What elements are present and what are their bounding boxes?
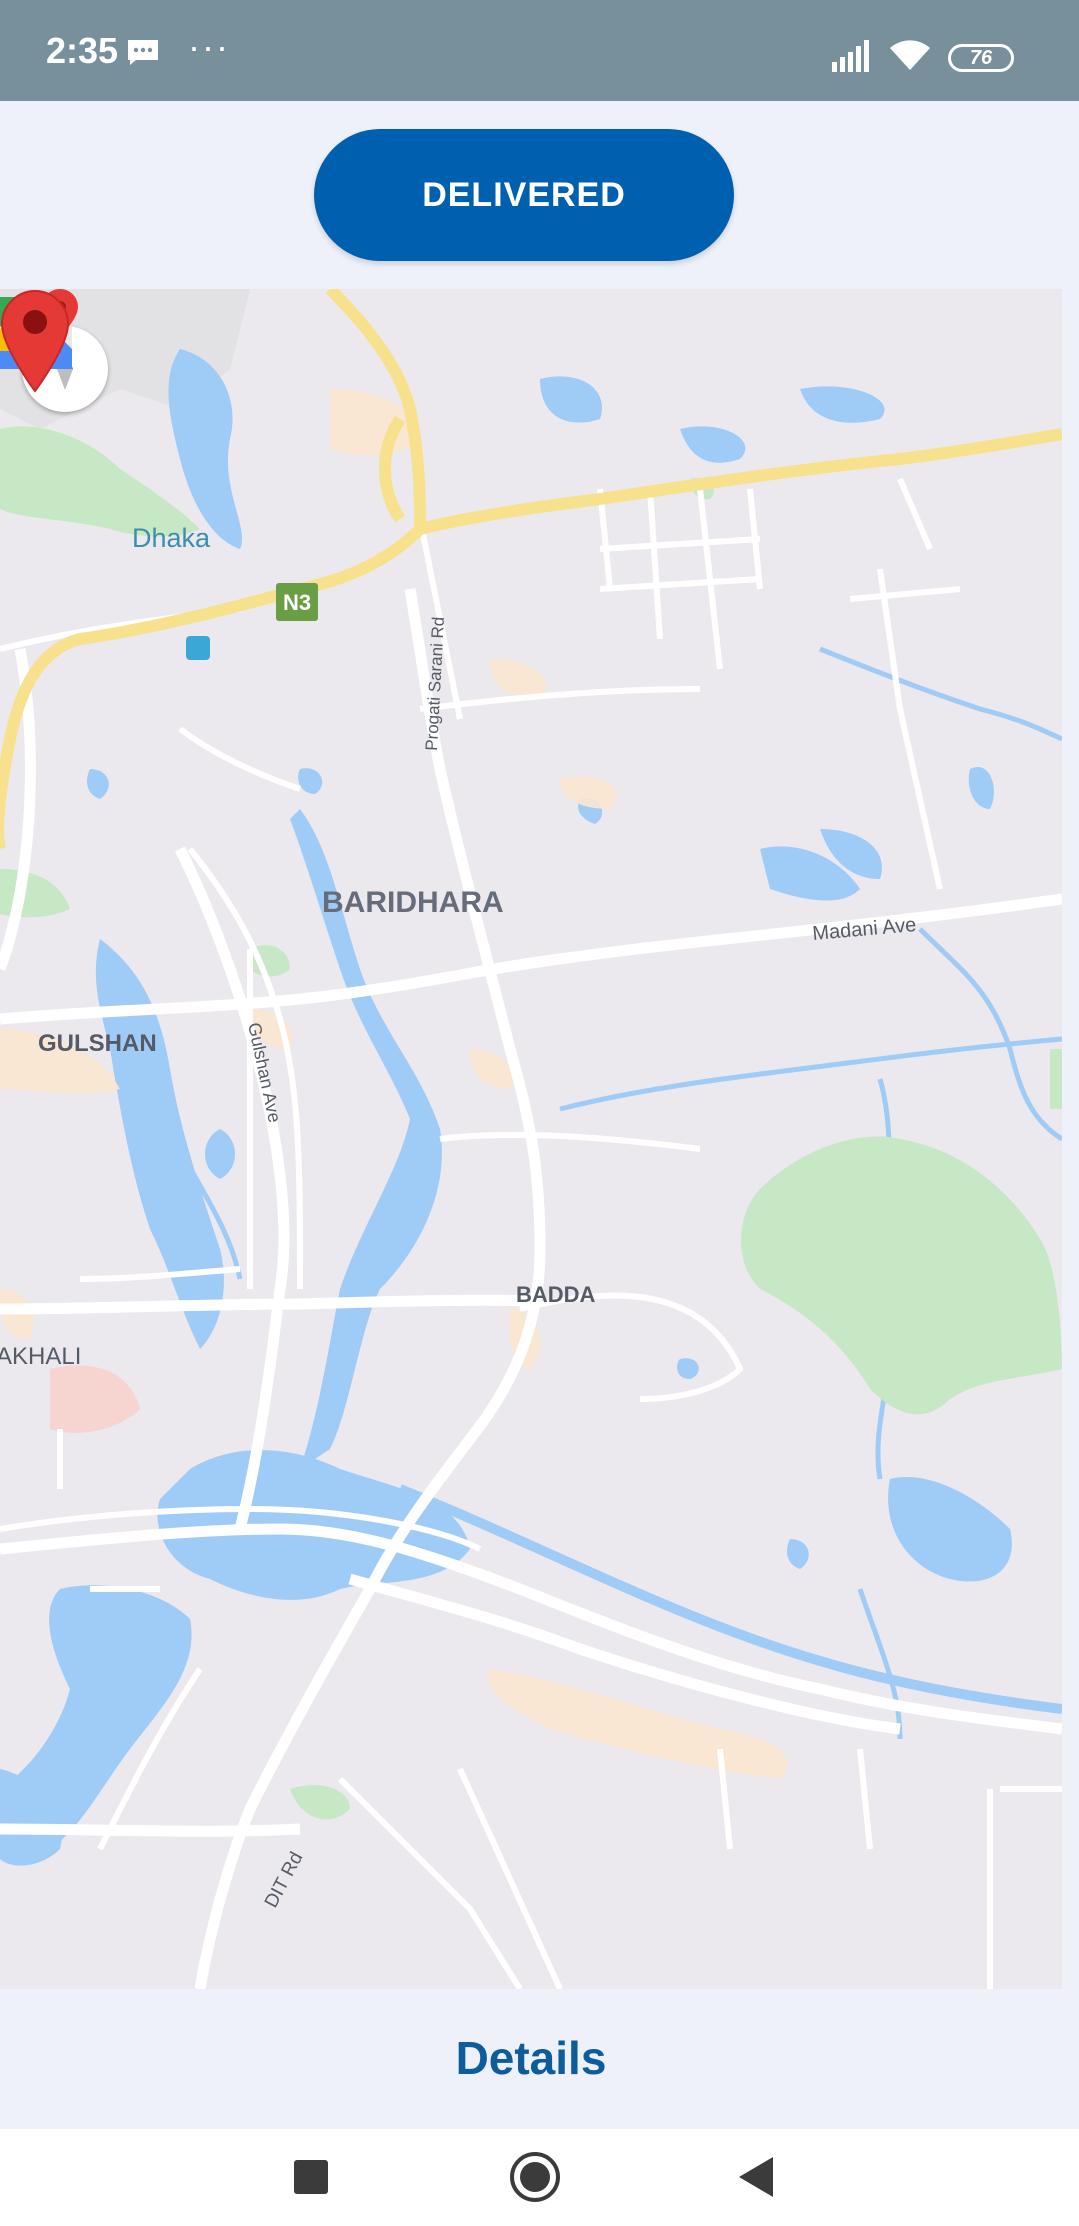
status-bar: 2:35 ··· 76 — [0, 0, 1079, 101]
home-circle-icon[interactable] — [509, 2151, 561, 2203]
wifi-icon — [890, 40, 930, 70]
more-dots-icon: ··· — [188, 26, 230, 67]
message-icon — [128, 40, 158, 65]
map-label-badda: BADDA — [516, 1282, 596, 1307]
status-time: 2:35 — [46, 30, 119, 71]
right-edge — [1062, 289, 1079, 1989]
map-view[interactable]: Dhaka N3 BARIDHARA GULSHAN Gulshan Ave P… — [0, 289, 1062, 1989]
details-label[interactable]: Details — [0, 2031, 1062, 2085]
map-label-khali: AKHALI — [0, 1343, 81, 1370]
back-triangle-icon[interactable] — [737, 2155, 775, 2199]
map-label-baridhara: BARIDHARA — [322, 886, 504, 919]
location-pin-icon[interactable] — [0, 289, 70, 393]
map-label-dhaka: Dhaka — [132, 523, 211, 553]
map-label-gulshan: GULSHAN — [38, 1030, 157, 1057]
train-station-icon — [186, 636, 210, 660]
signal-icon — [832, 40, 869, 72]
delivered-status-button[interactable]: DELIVERED — [314, 129, 734, 261]
recents-square-icon[interactable] — [294, 2160, 328, 2194]
navigation-bar — [0, 2129, 1079, 2226]
details-bar[interactable]: Details — [0, 1989, 1079, 2129]
map-canvas: Dhaka N3 BARIDHARA GULSHAN Gulshan Ave P… — [0, 289, 1062, 1989]
battery-icon: 76 — [948, 44, 1014, 72]
map-label-n3: N3 — [283, 590, 311, 615]
